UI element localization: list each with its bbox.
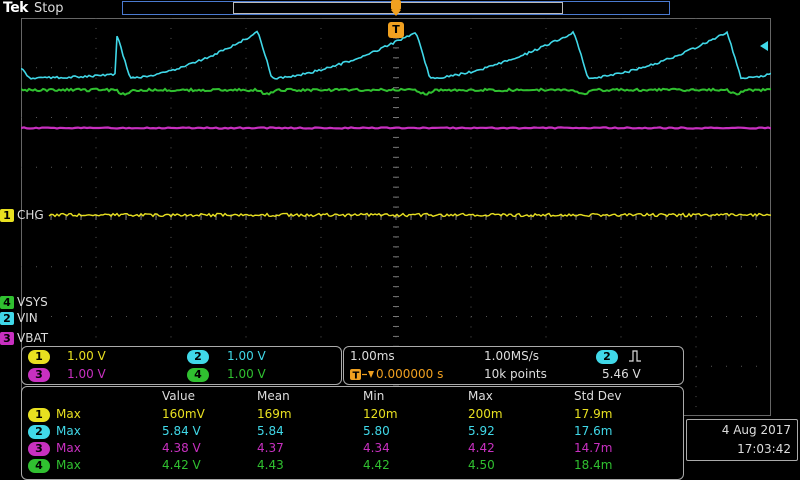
run-state[interactable]: Stop <box>34 1 64 16</box>
meas-row-2-value: 5.84 V <box>162 424 201 438</box>
meas-row-4-type[interactable]: Max <box>56 458 81 472</box>
ch2-scale[interactable]: 1.00 V <box>227 349 266 363</box>
meas-row-3-value: 4.38 V <box>162 441 201 455</box>
ch1-badge: 1 <box>28 350 50 364</box>
meas-row-4-mean: 4.43 <box>257 458 284 472</box>
meas-header-min: Min <box>363 389 384 403</box>
trigger-position[interactable]: 0.000000 s <box>376 367 443 381</box>
meas-row-3-max: 4.42 <box>468 441 495 455</box>
waveform-traces <box>21 32 771 217</box>
ch2-name: VIN <box>17 311 38 325</box>
meas-row-4-std: 18.4m <box>574 458 612 472</box>
meas-header-max: Max <box>468 389 493 403</box>
ch3-name: VBAT <box>17 331 48 345</box>
meas-row-2-max: 5.92 <box>468 424 495 438</box>
channel-scale-panel[interactable]: 1 1.00 V 3 1.00 V 2 1.00 V 4 1.00 V <box>21 346 342 385</box>
ch2-marker: 2 <box>0 312 14 325</box>
top-status-bar: Tek Stop <box>0 0 800 17</box>
trigger-position-icon[interactable] <box>388 0 404 16</box>
ch4-badge: 4 <box>187 368 209 382</box>
meas-row-4-max: 4.50 <box>468 458 495 472</box>
trigger-position-arrow-icon: T <box>350 368 378 382</box>
meas-row-1-mean: 169m <box>257 407 292 421</box>
trigger-level[interactable]: 5.46 V <box>602 367 641 381</box>
time: 17:03:42 <box>737 442 791 456</box>
datetime-panel: 4 Aug 2017 17:03:42 <box>686 419 798 461</box>
meas-row-3-type[interactable]: Max <box>56 441 81 455</box>
horizontal-scale[interactable]: 1.00ms <box>350 349 395 363</box>
ch1-scale[interactable]: 1.00 V <box>67 349 106 363</box>
meas-row-2-type[interactable]: Max <box>56 424 81 438</box>
ch1-name: CHG <box>17 208 44 222</box>
meas-row-2-min: 5.80 <box>363 424 390 438</box>
meas-header-stddev: Std Dev <box>574 389 621 403</box>
ch3-scale[interactable]: 1.00 V <box>67 367 106 381</box>
ch3-badge: 3 <box>28 368 50 382</box>
meas-row-4-value: 4.42 V <box>162 458 201 472</box>
meas-row-1-min: 120m <box>363 407 398 421</box>
meas-row-4-min: 4.42 <box>363 458 390 472</box>
meas-row-1-type[interactable]: Max <box>56 407 81 421</box>
ch4-marker: 4 <box>0 296 14 309</box>
edge-trigger-icon <box>628 349 642 363</box>
ch1-waveform <box>49 214 771 217</box>
meas-row-1-max: 200m <box>468 407 503 421</box>
meas-row-4-badge: 4 <box>28 459 50 473</box>
record-length: 10k points <box>484 367 547 381</box>
sample-rate: 1.00MS/s <box>484 349 539 363</box>
meas-row-1-value: 160mV <box>162 407 205 421</box>
brand-logo: Tek <box>3 0 28 16</box>
ch2-badge: 2 <box>187 350 209 364</box>
trigger-level-icon[interactable] <box>760 40 772 52</box>
meas-row-3-min: 4.34 <box>363 441 390 455</box>
timebase-panel[interactable]: 1.00ms 1.00MS/s 2 T 0.000000 s 10k point… <box>343 346 684 385</box>
ch4-waveform <box>21 89 771 95</box>
measurements-panel[interactable]: Value Mean Min Max Std Dev 1 Max 160mV 169m… <box>21 386 684 480</box>
meas-header-value: Value <box>162 389 195 403</box>
ch4-name: VSYS <box>17 295 48 309</box>
trigger-time-marker[interactable]: T <box>388 22 404 38</box>
meas-row-2-std: 17.6m <box>574 424 612 438</box>
meas-row-1-std: 17.9m <box>574 407 612 421</box>
ch1-marker: 1 <box>0 209 14 222</box>
date: 4 Aug 2017 <box>722 423 791 437</box>
meas-row-3-badge: 3 <box>28 442 50 456</box>
ch3-marker: 3 <box>0 332 14 345</box>
ch4-scale[interactable]: 1.00 V <box>227 367 266 381</box>
ch3-waveform <box>21 127 771 128</box>
meas-row-1-badge: 1 <box>28 408 50 422</box>
meas-row-3-mean: 4.37 <box>257 441 284 455</box>
meas-row-3-std: 14.7m <box>574 441 612 455</box>
meas-row-2-badge: 2 <box>28 425 50 439</box>
meas-row-2-mean: 5.84 <box>257 424 284 438</box>
trigger-source-badge: 2 <box>596 350 618 364</box>
svg-text:T: T <box>353 371 360 382</box>
meas-header-mean: Mean <box>257 389 290 403</box>
